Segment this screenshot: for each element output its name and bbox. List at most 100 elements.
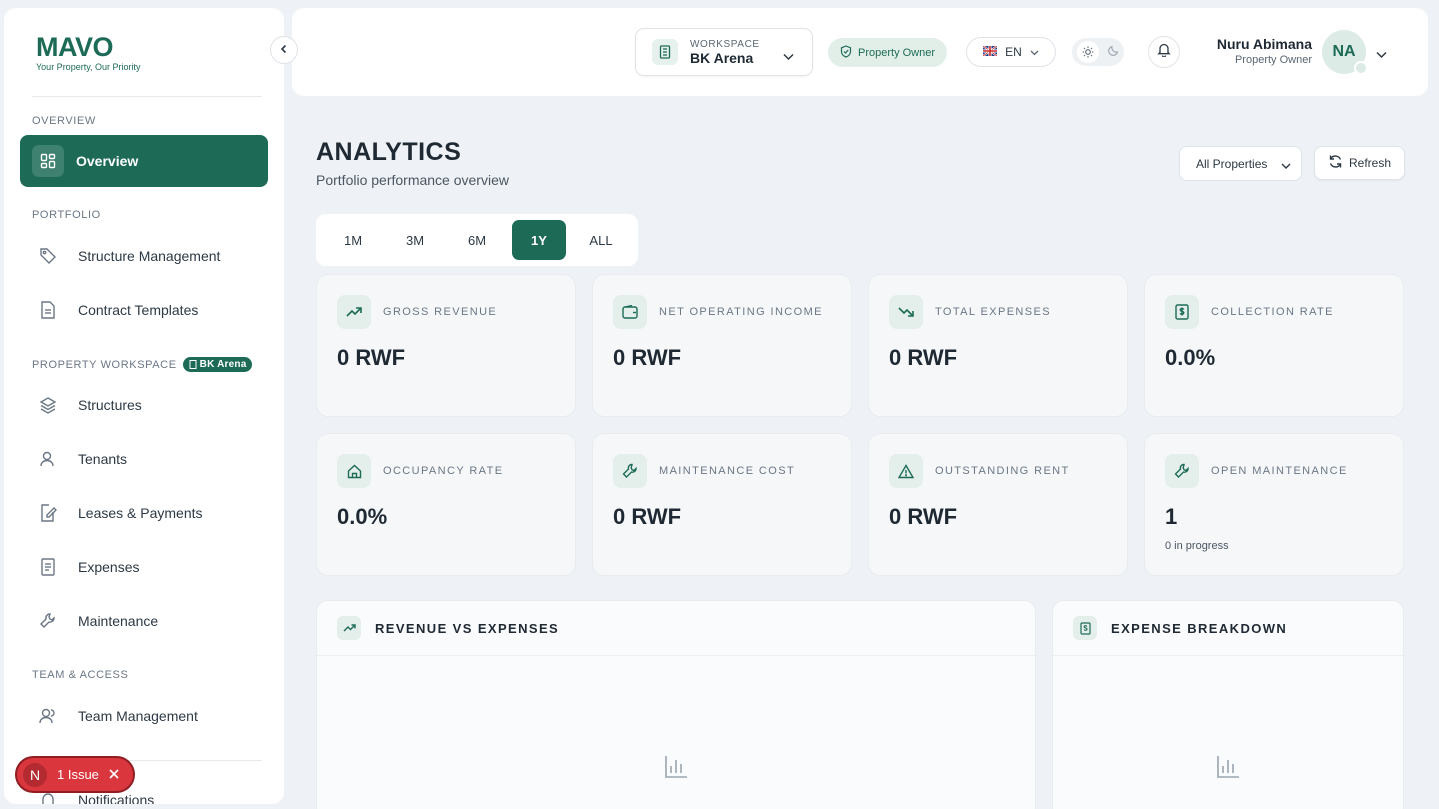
sun-icon xyxy=(1076,41,1099,63)
tab-1m[interactable]: 1M xyxy=(322,220,384,260)
edit-document-icon xyxy=(38,503,58,523)
user-role: Property Owner xyxy=(1234,54,1312,66)
panel-title: REVENUE VS EXPENSES xyxy=(375,620,560,636)
refresh-icon xyxy=(1328,154,1343,172)
kpi-card-net-operating-income: NET OPERATING INCOME 0 RWF xyxy=(592,274,852,417)
sidebar-item-structures[interactable]: Structures xyxy=(20,379,268,431)
user-info[interactable]: Nuru Abimana Property Owner xyxy=(1208,36,1312,66)
sidebar-item-contract-templates[interactable]: Contract Templates xyxy=(20,284,268,336)
language-selector[interactable]: EN xyxy=(966,37,1056,67)
tab-all[interactable]: ALL xyxy=(570,220,632,260)
sidebar-item-label: Contract Templates xyxy=(78,302,199,318)
workspace-badge: BK Arena xyxy=(182,357,253,372)
bar-chart-icon xyxy=(664,755,688,784)
kpi-value: 0.0% xyxy=(1165,345,1216,370)
brand-name: MAVO xyxy=(36,32,113,62)
sidebar-item-expenses[interactable]: Expenses xyxy=(20,541,268,593)
sidebar-item-label: Leases & Payments xyxy=(78,505,203,521)
status-dot xyxy=(1354,61,1368,75)
issue-badge[interactable]: N 1 Issue xyxy=(15,756,135,793)
sidebar-item-label: Notifications xyxy=(78,792,155,804)
divider xyxy=(32,96,262,97)
section-label-property-workspace: PROPERTY WORKSPACE BK Arena xyxy=(32,357,253,372)
kpi-label: TOTAL EXPENSES xyxy=(935,306,1051,318)
brand-logo[interactable]: MAVO Your Property, Our Priority xyxy=(36,32,141,72)
property-filter-select[interactable]: All Properties xyxy=(1179,146,1302,181)
kpi-value: 0 RWF xyxy=(613,345,682,370)
divider xyxy=(1053,655,1403,656)
sidebar-item-leases-payments[interactable]: Leases & Payments xyxy=(20,487,268,539)
workspace-name: BK Arena xyxy=(690,49,754,66)
collapse-sidebar-button[interactable] xyxy=(270,36,298,64)
kpi-card-open-maintenance: OPEN MAINTENANCE 1 0 in progress xyxy=(1144,433,1404,576)
warning-icon xyxy=(889,454,923,488)
workspace-selector[interactable]: WORKSPACE BK Arena xyxy=(635,28,813,76)
kpi-note: 0 in progress xyxy=(1165,540,1229,552)
kpi-label: NET OPERATING INCOME xyxy=(659,306,823,318)
brand-tagline: Your Property, Our Priority xyxy=(36,62,141,72)
theme-toggle[interactable] xyxy=(1072,38,1124,66)
wrench-icon xyxy=(1165,454,1199,488)
dollar-receipt-icon xyxy=(1073,616,1097,640)
notifications-button[interactable] xyxy=(1148,36,1180,68)
sidebar-item-label: Maintenance xyxy=(78,613,159,629)
kpi-card-maintenance-cost: MAINTENANCE COST 0 RWF xyxy=(592,433,852,576)
sidebar-item-overview[interactable]: Overview xyxy=(20,135,268,187)
avatar[interactable]: NA xyxy=(1322,30,1368,75)
refresh-button[interactable]: Refresh xyxy=(1314,146,1405,180)
trending-down-icon xyxy=(889,295,923,329)
sidebar-item-structure-management[interactable]: Structure Management xyxy=(20,230,268,282)
building-icon xyxy=(652,39,678,65)
kpi-label: GROSS REVENUE xyxy=(383,306,498,318)
kpi-value: 0 RWF xyxy=(613,504,682,529)
kpi-card-gross-revenue: GROSS REVENUE 0 RWF xyxy=(316,274,576,417)
sidebar: MAVO Your Property, Our Priority OVERVIE… xyxy=(4,8,284,804)
sidebar-item-team-management[interactable]: Team Management xyxy=(20,690,268,742)
dashboard-icon xyxy=(32,145,64,177)
receipt-icon xyxy=(38,557,58,577)
tab-6m[interactable]: 6M xyxy=(446,220,508,260)
wallet-icon xyxy=(613,295,647,329)
close-icon[interactable] xyxy=(109,767,119,782)
refresh-label: Refresh xyxy=(1348,156,1392,170)
revenue-vs-expenses-panel: REVENUE VS EXPENSES xyxy=(316,600,1036,809)
user-name: Nuru Abimana xyxy=(1216,36,1312,52)
issue-badge-initial: N xyxy=(23,762,47,787)
expense-breakdown-panel: EXPENSE BREAKDOWN xyxy=(1052,600,1404,809)
panel-title: EXPENSE BREAKDOWN xyxy=(1111,620,1288,636)
sidebar-item-label: Structure Management xyxy=(78,248,221,264)
chevron-down-icon[interactable] xyxy=(1376,46,1387,64)
kpi-label: MAINTENANCE COST xyxy=(659,465,796,477)
kpi-label: OPEN MAINTENANCE xyxy=(1211,465,1348,477)
tab-1y[interactable]: 1Y xyxy=(512,220,566,260)
tag-icon xyxy=(38,246,58,266)
bar-chart-icon xyxy=(1216,755,1240,784)
kpi-value: 1 xyxy=(1165,504,1178,529)
sidebar-item-label: Team Management xyxy=(78,708,198,724)
sidebar-item-tenants[interactable]: Tenants xyxy=(20,433,268,485)
page-title: ANALYTICS xyxy=(316,138,462,166)
section-label-team-access: TEAM & ACCESS xyxy=(32,669,129,681)
kpi-label: OCCUPANCY RATE xyxy=(383,465,504,477)
chevron-down-icon xyxy=(783,48,794,66)
issue-badge-label: 1 Issue xyxy=(57,767,99,782)
chevron-left-icon xyxy=(279,41,289,59)
uk-flag-icon xyxy=(982,45,998,59)
topbar: WORKSPACE BK Arena Property Owner EN Nur… xyxy=(292,8,1428,96)
dollar-receipt-icon xyxy=(1165,295,1199,329)
workspace-label: WORKSPACE xyxy=(690,38,760,50)
section-label-overview: OVERVIEW xyxy=(32,115,96,127)
trending-up-icon xyxy=(337,295,371,329)
tab-3m[interactable]: 3M xyxy=(384,220,446,260)
period-tabs: 1M 3M 6M 1Y ALL xyxy=(316,214,638,266)
section-label-portfolio: PORTFOLIO xyxy=(32,209,101,221)
sidebar-item-label: Tenants xyxy=(78,451,128,467)
sidebar-item-maintenance[interactable]: Maintenance xyxy=(20,595,268,647)
page-subtitle: Portfolio performance overview xyxy=(316,172,509,188)
user-icon xyxy=(38,449,58,469)
divider xyxy=(317,655,1035,656)
kpi-card-occupancy-rate: OCCUPANCY RATE 0.0% xyxy=(316,433,576,576)
kpi-label: COLLECTION RATE xyxy=(1211,306,1334,318)
property-filter-value: All Properties xyxy=(1196,156,1268,171)
bell-icon xyxy=(1157,42,1171,62)
